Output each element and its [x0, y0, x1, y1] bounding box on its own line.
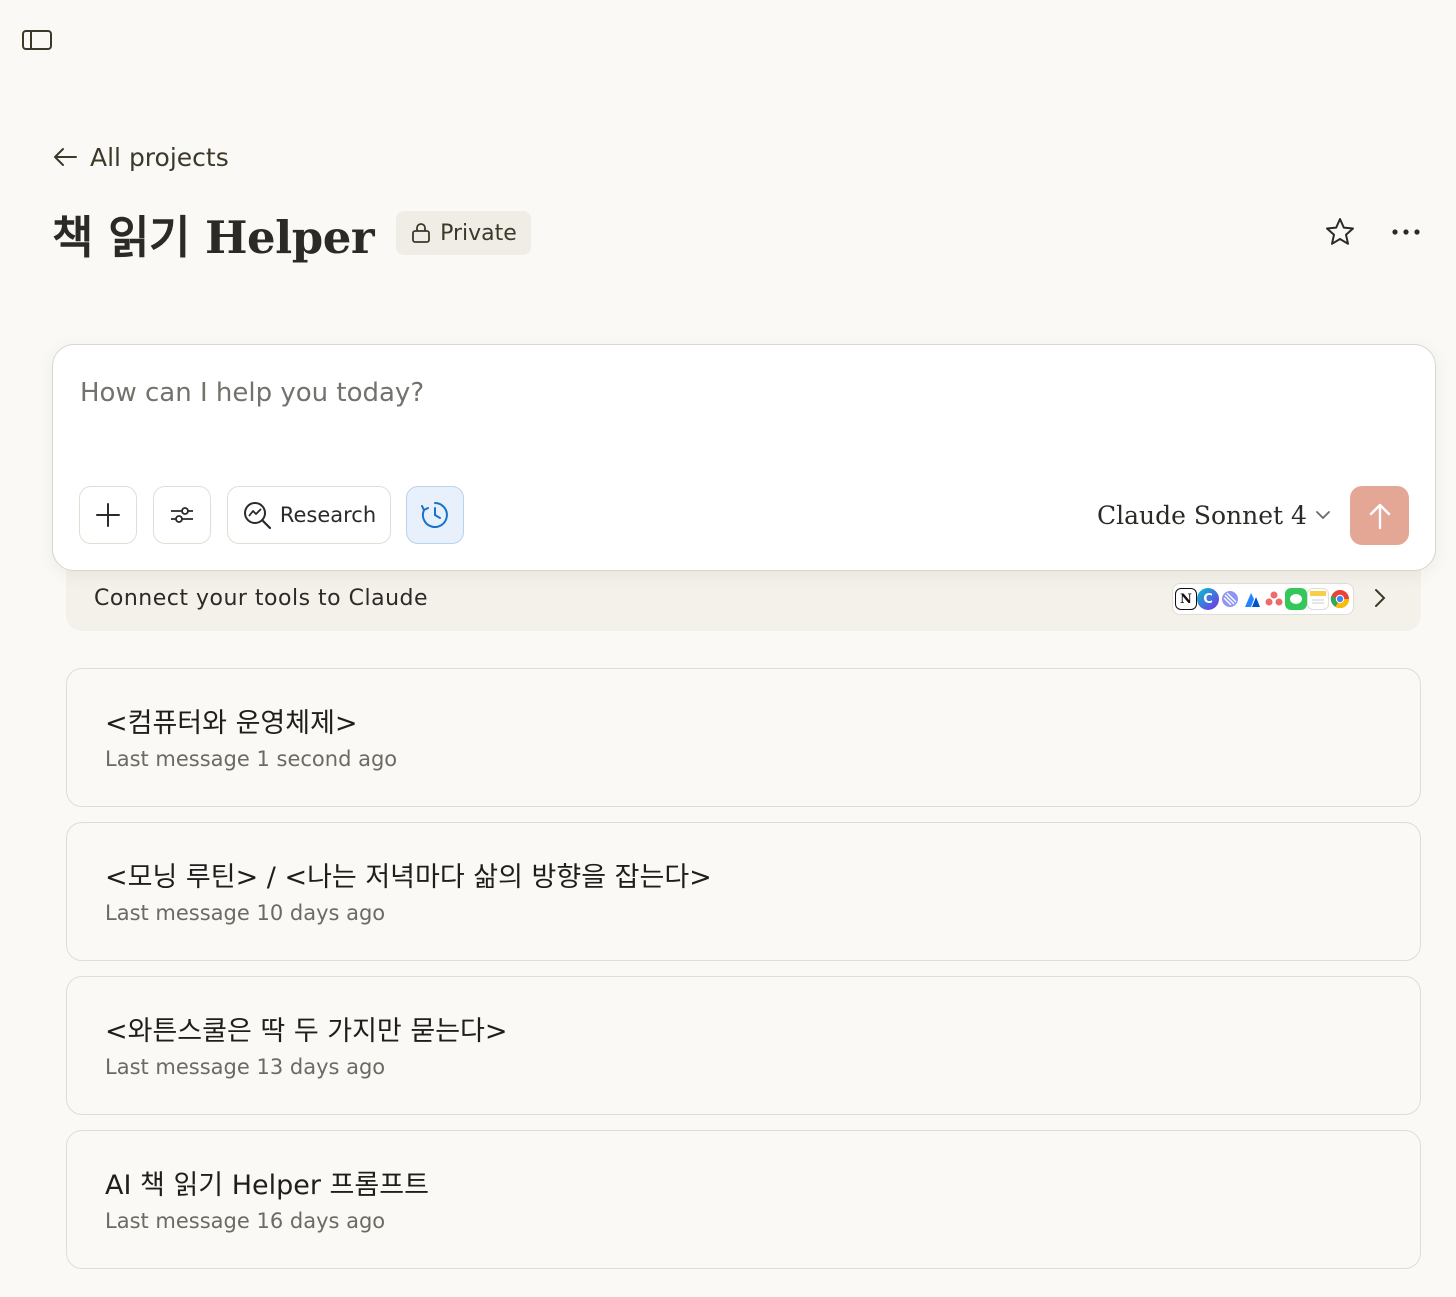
more-horizontal-icon [1392, 229, 1420, 235]
chat-composer: Research Claude Sonnet 4 [52, 344, 1436, 571]
extended-thinking-button[interactable] [406, 486, 464, 544]
chat-last-message-time: Last message 13 days ago [105, 1055, 386, 1079]
back-to-projects-link[interactable]: All projects [52, 138, 229, 176]
chat-last-message-time: Last message 16 days ago [105, 1209, 386, 1233]
star-icon [1326, 218, 1354, 245]
chat-list-item[interactable]: <컴퓨터와 운영체제> Last message 1 second ago [66, 668, 1421, 807]
chat-last-message-time: Last message 1 second ago [105, 747, 398, 771]
linear-icon [1219, 588, 1241, 610]
chat-title: <컴퓨터와 운영체제> [105, 708, 358, 739]
lock-icon [412, 223, 430, 243]
model-label: Claude Sonnet 4 [1097, 500, 1307, 530]
chrome-icon [1329, 588, 1351, 610]
chat-title: <모닝 루틴> / <나는 저녁마다 삶의 방향을 잡는다> [105, 862, 712, 893]
connect-tools-label: Connect your tools to Claude [94, 586, 429, 611]
chevron-right-icon [1368, 584, 1392, 612]
arrow-up-icon [1369, 503, 1390, 529]
sidebar-toggle-button[interactable] [20, 26, 54, 54]
send-button[interactable] [1350, 486, 1409, 545]
research-button[interactable]: Research [227, 486, 391, 544]
add-attachment-button[interactable] [79, 486, 137, 544]
messages-icon [1285, 588, 1307, 610]
back-link-label: All projects [90, 142, 229, 172]
star-button[interactable] [1318, 210, 1362, 254]
atlassian-icon [1241, 588, 1263, 610]
sliders-icon [171, 507, 193, 523]
project-header: 책 읽기 Helper Private [52, 200, 531, 266]
chat-list-item[interactable]: <모닝 루틴> / <나는 저녁마다 삶의 방향을 잡는다> Last mess… [66, 822, 1421, 961]
arrow-left-icon [54, 148, 77, 166]
asana-icon [1263, 588, 1285, 610]
chat-last-message-time: Last message 10 days ago [105, 901, 386, 925]
plus-icon [96, 503, 120, 527]
canva-icon: C [1197, 588, 1219, 610]
chevron-down-icon [1316, 511, 1330, 520]
chat-title: <와튼스쿨은 딱 두 가지만 묻는다> [105, 1016, 508, 1047]
model-selector[interactable]: Claude Sonnet 4 [1097, 497, 1331, 533]
tools-settings-button[interactable] [153, 486, 211, 544]
visibility-label: Private [440, 220, 517, 246]
research-label: Research [279, 503, 377, 527]
sidebar-icon [22, 30, 52, 50]
notes-icon [1307, 588, 1329, 610]
more-options-button[interactable] [1384, 210, 1428, 254]
clock-icon [421, 502, 448, 528]
notion-icon: N [1175, 588, 1197, 610]
tool-icon-strip: N C [1172, 583, 1354, 615]
chat-title: AI 책 읽기 Helper 프롬프트 [105, 1170, 429, 1201]
research-icon [243, 502, 271, 530]
chat-input[interactable] [80, 373, 1380, 413]
page-title: 책 읽기 Helper [52, 210, 375, 264]
chat-list-item[interactable]: <와튼스쿨은 딱 두 가지만 묻는다> Last message 13 days… [66, 976, 1421, 1115]
chat-list-item[interactable]: AI 책 읽기 Helper 프롬프트 Last message 16 days… [66, 1130, 1421, 1269]
visibility-badge[interactable]: Private [396, 211, 531, 255]
